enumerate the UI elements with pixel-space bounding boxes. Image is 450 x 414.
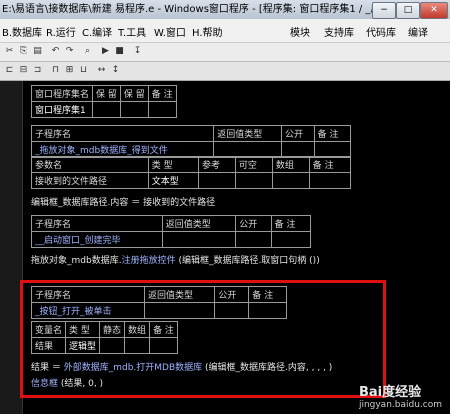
code-line[interactable]: 编辑框_数据库路径.内容 ＝ 接收到的文件路径	[31, 195, 215, 208]
alignment-toolbar: ⊏ ⊟ ⊐ ⊓ ⊞ ⊔ ↔ ↕	[0, 62, 450, 81]
maximize-button[interactable]: □	[396, 2, 420, 19]
menu-run[interactable]: R.运行	[46, 24, 76, 39]
align-top-icon[interactable]: ⊓	[50, 65, 61, 76]
assembly-table: 窗口程序集名 保 留 保 留 备 注 窗口程序集1	[30, 85, 177, 118]
highlight-box	[20, 280, 386, 398]
title-bar: E:\易语言\接数据库\新建 易程序.e - Windows窗口程序 - [程序…	[0, 0, 450, 19]
col-remark: 备 注	[270, 215, 312, 232]
close-button[interactable]: ✕	[420, 2, 448, 19]
same-height-icon[interactable]: ↕	[110, 65, 121, 76]
call-args: (编辑框_数据库路径.取窗口句柄 ())	[175, 256, 320, 266]
col-assembly-name: 窗口程序集名	[30, 85, 94, 102]
toolbar: ✂ ⎘ ▤ ↶ ↷ ⌕ ▶ ■ ↧	[0, 43, 450, 62]
subroutine-table: 子程序名 返回值类型 公开 备 注 __启动窗口_创建完毕	[31, 215, 312, 248]
watermark-brand: Bai度经验	[358, 385, 422, 400]
table-cell[interactable]	[119, 101, 149, 118]
method-name: 注册拖放控件	[121, 256, 176, 266]
redo-icon[interactable]: ↷	[64, 46, 75, 57]
col-reference: 参考	[197, 156, 236, 173]
col-remark: 备 注	[147, 85, 177, 102]
step-icon[interactable]: ↧	[132, 46, 143, 57]
col-sub-name: 子程序名	[31, 215, 163, 232]
col-type: 类 型	[147, 156, 199, 173]
col-return-type: 返回值类型	[161, 215, 237, 232]
col-public: 公开	[235, 215, 272, 232]
align-center-icon[interactable]: ⊟	[18, 65, 29, 76]
parameter-table: 参数名 类 型 参考 可空 数组 备 注 接收到的文件路径 文本型	[31, 156, 352, 189]
table-cell[interactable]	[308, 172, 352, 189]
menu-tools[interactable]: T.工具	[118, 24, 146, 39]
table-cell[interactable]	[235, 231, 272, 248]
menu-bar: B.数据库 R.运行 C.编译 T.工具 W.窗口 H.帮助 模块 支持库 代码…	[0, 19, 450, 43]
col-remark: 备 注	[308, 156, 352, 173]
param-name-cell[interactable]: 接收到的文件路径	[31, 172, 149, 189]
sub-name-cell[interactable]: __启动窗口_创建完毕	[31, 231, 163, 248]
param-type-cell[interactable]: 文本型	[147, 172, 199, 189]
align-bottom-icon[interactable]: ⊔	[78, 65, 89, 76]
code-line[interactable]: 拖放对象_mdb数据库.注册拖放控件 (编辑框_数据库路径.取窗口句柄 ())	[31, 253, 320, 266]
table-cell[interactable]	[234, 172, 273, 189]
col-sub-name: 子程序名	[30, 125, 215, 142]
minimize-button[interactable]: −	[372, 2, 396, 19]
align-left-icon[interactable]: ⊏	[4, 65, 15, 76]
menu-build[interactable]: 编译	[408, 24, 428, 39]
table-cell[interactable]	[147, 101, 177, 118]
table-cell[interactable]	[197, 172, 236, 189]
col-return-type: 返回值类型	[213, 125, 283, 142]
col-reserved: 保 留	[119, 85, 149, 102]
menu-support-lib[interactable]: 支持库	[324, 24, 354, 39]
subroutine-table: 子程序名 返回值类型 公开 备 注 _拖放对象_mdb数据库_得到文件	[30, 125, 352, 158]
col-param-name: 参数名	[31, 156, 149, 173]
stop-icon[interactable]: ■	[114, 46, 125, 57]
table-cell[interactable]	[161, 231, 237, 248]
watermark: Bai度经验 jingyan.baidu.com	[359, 381, 442, 410]
object-name: 拖放对象_mdb数据库.	[31, 256, 122, 266]
table-cell[interactable]	[271, 172, 310, 189]
window-title: E:\易语言\接数据库\新建 易程序.e - Windows窗口程序 - [程序…	[2, 4, 415, 15]
paste-icon[interactable]: ▤	[32, 46, 43, 57]
menu-module[interactable]: 模块	[290, 24, 310, 39]
run-icon[interactable]: ▶	[100, 46, 111, 57]
table-cell[interactable]	[270, 231, 312, 248]
align-middle-icon[interactable]: ⊞	[64, 65, 75, 76]
menu-code-lib[interactable]: 代码库	[366, 24, 396, 39]
col-array: 数组	[271, 156, 310, 173]
align-right-icon[interactable]: ⊐	[32, 65, 43, 76]
col-reserved: 保 留	[92, 85, 121, 102]
watermark-url: jingyan.baidu.com	[358, 400, 442, 410]
menu-compile[interactable]: C.编译	[82, 24, 112, 39]
col-nullable: 可空	[234, 156, 273, 173]
menu-help[interactable]: H.帮助	[192, 24, 223, 39]
menu-database[interactable]: B.数据库	[2, 24, 42, 39]
same-width-icon[interactable]: ↔	[96, 65, 107, 76]
col-remark: 备 注	[313, 125, 352, 142]
table-cell[interactable]	[92, 101, 121, 118]
menu-window[interactable]: W.窗口	[154, 24, 186, 39]
cut-icon[interactable]: ✂	[4, 46, 15, 57]
copy-icon[interactable]: ⎘	[18, 46, 29, 57]
col-public: 公开	[281, 125, 315, 142]
undo-icon[interactable]: ↶	[50, 46, 61, 57]
assembly-name-cell[interactable]: 窗口程序集1	[30, 101, 94, 118]
find-icon[interactable]: ⌕	[82, 46, 93, 57]
